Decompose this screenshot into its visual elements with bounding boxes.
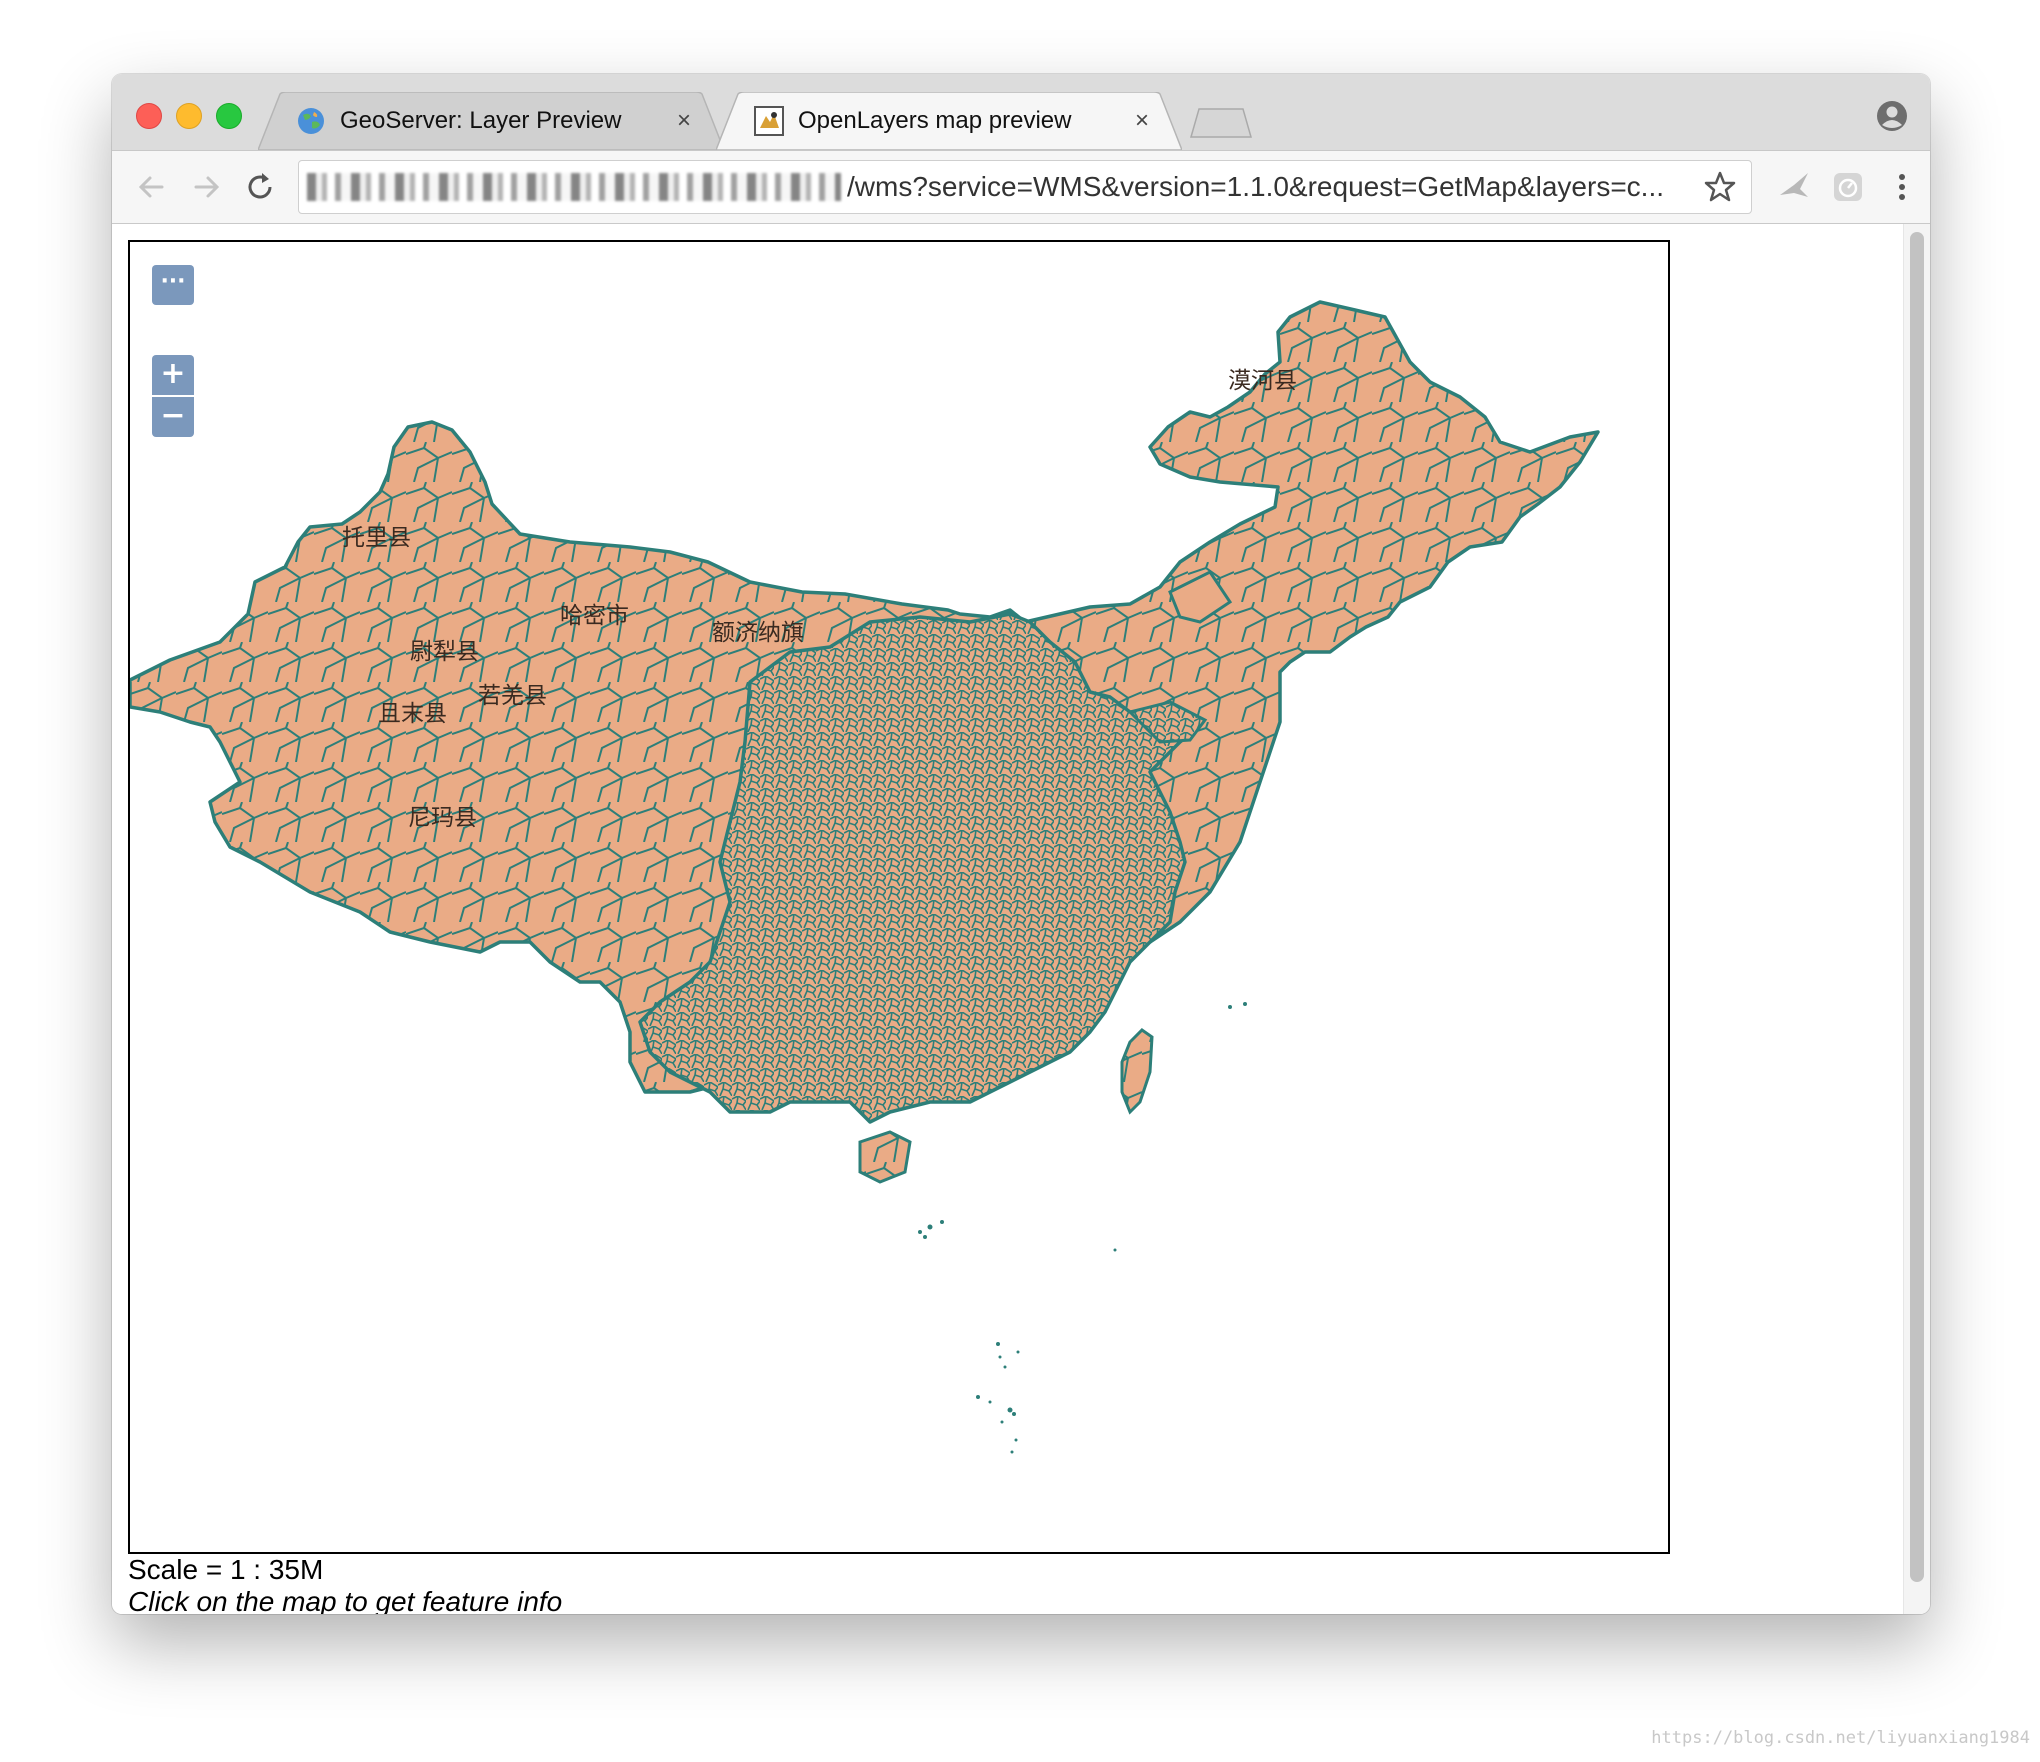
profile-icon[interactable]	[1876, 100, 1908, 132]
browser-window: GeoServer: Layer Preview × OpenLayers ma…	[112, 74, 1930, 1614]
taiwan-island	[1120, 1028, 1154, 1115]
extension-gauge-icon[interactable]	[1828, 167, 1868, 207]
map-label-ruoqiang: 若羌县	[478, 683, 547, 709]
map-label-tuoli: 托里县	[342, 525, 411, 551]
watermark: https://blog.csdn.net/liyuanxiang1984	[1651, 1728, 2030, 1748]
scale-readout: Scale = 1 : 35M	[128, 1554, 324, 1585]
tab-strip: GeoServer: Layer Preview × OpenLayers ma…	[112, 74, 1930, 151]
close-window-button[interactable]	[136, 103, 162, 129]
tab-openlayers-map-preview[interactable]: OpenLayers map preview ×	[716, 92, 1182, 150]
menu-kebab-icon[interactable]	[1882, 167, 1922, 207]
browser-toolbar: /wms?service=WMS&version=1.1.0&request=G…	[112, 151, 1930, 224]
map-label-hami: 哈密市	[560, 603, 629, 629]
url-redacted-host	[307, 173, 841, 201]
feature-info-hint: Click on the map to get feature info	[128, 1586, 563, 1614]
reload-icon[interactable]	[240, 167, 280, 207]
new-tab-button[interactable]	[1190, 108, 1252, 138]
map-viewport[interactable]: 漠河县 托里县 哈密市 额济纳旗 尉犁县 若羌县 且末县 尼玛县 ··· + −	[128, 240, 1670, 1554]
extension-bird-icon[interactable]	[1774, 167, 1814, 207]
geoserver-globe-icon	[296, 106, 326, 136]
bookmark-star-icon[interactable]	[1703, 170, 1737, 204]
zoom-window-button[interactable]	[216, 103, 242, 129]
tab-title: OpenLayers map preview	[798, 107, 1072, 134]
map-label-qiemo: 且末县	[378, 701, 447, 727]
url-text: /wms?service=WMS&version=1.1.0&request=G…	[847, 171, 1665, 202]
vertical-scrollbar[interactable]	[1903, 224, 1930, 1614]
map-label-yuli: 尉犁县	[410, 639, 479, 665]
china-county-map[interactable]: 漠河县 托里县 哈密市 额济纳旗 尉犁县 若羌县 且末县 尼玛县	[130, 242, 1668, 1552]
forward-arrow-icon[interactable]	[186, 167, 226, 207]
zoom-out-button[interactable]: −	[152, 397, 194, 437]
scrollbar-thumb[interactable]	[1910, 232, 1924, 1582]
tab-geoserver-layer-preview[interactable]: GeoServer: Layer Preview ×	[258, 92, 724, 150]
tab-title: GeoServer: Layer Preview	[340, 107, 622, 134]
hainan-island	[858, 1130, 912, 1184]
openlayers-icon	[754, 106, 784, 136]
back-arrow-icon[interactable]	[132, 167, 172, 207]
zoom-in-button[interactable]: +	[152, 355, 194, 395]
map-label-mohe: 漠河县	[1228, 368, 1297, 394]
address-bar[interactable]: /wms?service=WMS&version=1.1.0&request=G…	[298, 160, 1752, 214]
close-tab-icon[interactable]: ×	[672, 107, 696, 135]
page-content: 漠河县 托里县 哈密市 额济纳旗 尉犁县 若羌县 且末县 尼玛县 ··· + −…	[112, 224, 1930, 1614]
map-label-nima: 尼玛县	[408, 805, 477, 831]
map-label-ejina: 额济纳旗	[712, 620, 804, 646]
close-tab-icon[interactable]: ×	[1130, 107, 1154, 135]
layer-options-button[interactable]: ···	[152, 265, 194, 305]
minimize-window-button[interactable]	[176, 103, 202, 129]
